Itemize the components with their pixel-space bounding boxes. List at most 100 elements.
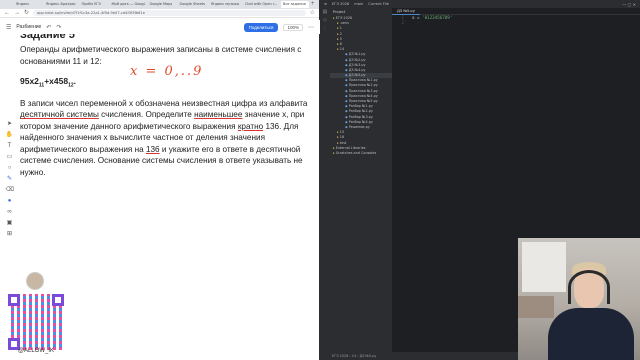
tree-item-label: ДЗ №1.py: [348, 52, 366, 57]
project-panel-title[interactable]: Project: [330, 8, 392, 16]
webcam-shelf: [518, 296, 554, 318]
stream-qr-panel: [0, 268, 72, 360]
ide-titlebar: ≡ EГЭ 2026 main Current File — ▢ ✕: [320, 0, 640, 8]
formula-part: 95x2: [20, 76, 39, 86]
shape-icon[interactable]: ○: [6, 164, 14, 172]
zoom-level[interactable]: 100%: [283, 23, 303, 31]
task-title: Задание 5: [20, 34, 75, 41]
link-icon[interactable]: ∞: [6, 208, 14, 216]
cursor-icon[interactable]: ➤: [6, 120, 14, 128]
browser-tab[interactable]: Яндекс музыка: [209, 1, 241, 8]
tree-item-label: Практика №1.py: [348, 78, 378, 83]
tree-item-label: ДЗ №2.py: [348, 57, 366, 62]
tree-item-label: Практика №5.py: [348, 99, 378, 103]
tree-item-label: ЕГЭ 2026: [335, 16, 353, 20]
tree-item-label: External Libraries: [335, 145, 366, 150]
forward-icon[interactable]: →: [14, 9, 20, 18]
share-button[interactable]: Поделиться: [243, 22, 279, 32]
project-name[interactable]: EГЭ 2026: [332, 2, 349, 6]
address-bar[interactable]: app.holst.so/invite/d7f1f1c3a-22a1-4f0d-…: [33, 10, 306, 16]
redo-icon[interactable]: ↷: [56, 24, 61, 31]
task-body: В записи чисел переменной x обозначена н…: [20, 98, 318, 179]
tree-item-label: 16: [339, 135, 345, 140]
window-controls-icon[interactable]: — ▢ ✕: [622, 2, 636, 7]
browser-tab[interactable]: Clod with Open r...: [243, 1, 279, 8]
browser-urlbar: ← → ↻ app.holst.so/invite/d7f1f1c3a-22a1…: [0, 9, 319, 18]
document-page: Задание 5 Операнды арифметического выраж…: [20, 34, 318, 178]
code-line[interactable]: 2: [392, 20, 640, 25]
more-icon[interactable]: ⋯: [308, 24, 314, 31]
browser-tabbar: Яндекс Яндекс.Бразуер Пробн ЕГЭ Мой диск — …: [0, 0, 319, 9]
image-icon[interactable]: ▣: [6, 219, 14, 227]
color-icon[interactable]: ●: [6, 197, 14, 205]
tree-item-label: Практика №2.py: [348, 83, 378, 88]
run-config[interactable]: Current File: [368, 2, 389, 6]
browser-tab[interactable]: Мой диск — Googl...: [110, 1, 146, 8]
formula-part: .: [73, 76, 77, 86]
tree-item-label: 1: [339, 26, 342, 31]
undo-icon[interactable]: ↶: [46, 24, 51, 31]
grid-icon[interactable]: ⊞: [6, 230, 14, 238]
menu-icon[interactable]: ☰: [6, 24, 11, 31]
tree-item-label: 15: [339, 130, 345, 135]
text: счисления. Определите: [98, 110, 195, 120]
code-token: a =: [412, 15, 423, 20]
browser-tab[interactable]: Все задания: [280, 1, 309, 8]
browser-tab[interactable]: Яндекс.Бразуер: [44, 1, 78, 8]
folder-icon[interactable]: ▤: [320, 8, 330, 16]
tree-item-label: Разбор №3.py: [348, 114, 373, 119]
browser-window: Яндекс Яндекс.Бразуер Пробн ЕГЭ Мой диск — …: [0, 0, 320, 360]
tree-item-label: Scratches and Consoles: [335, 150, 377, 155]
code-area[interactable]: 1a = '0123456789' 2: [392, 15, 640, 25]
document-title[interactable]: Разбиение: [16, 24, 41, 30]
qr-finder: [52, 294, 64, 306]
tree-item-label: 2: [339, 31, 342, 36]
structure-icon[interactable]: ⋮: [320, 24, 330, 32]
underlined-text: десятичной системы: [20, 110, 99, 120]
browser-tab[interactable]: Яндекс: [14, 1, 42, 8]
browser-tab[interactable]: Google Maps: [148, 1, 176, 8]
tree-item-label: Решение.py: [348, 124, 370, 129]
tree-item-label: 5: [339, 36, 342, 41]
tree-item-label: Разбор №4.py: [348, 119, 373, 124]
sticky-icon[interactable]: ▭: [6, 153, 14, 161]
commit-icon[interactable]: ◇: [320, 16, 330, 24]
star-icon[interactable]: ☆: [310, 9, 315, 18]
tree-item-label: Разбор №2.py: [348, 109, 373, 114]
tree-folder[interactable]: ▸ Scratches and Consoles: [330, 151, 392, 156]
handwritten-annotation: x = 0,..9: [130, 64, 204, 79]
formula-part: +x458: [44, 76, 69, 86]
webcam-overlay: [518, 238, 640, 360]
ide-menu-icon[interactable]: ≡: [324, 2, 327, 6]
back-icon[interactable]: ←: [4, 9, 10, 18]
qr-code-image: [8, 294, 64, 350]
avatar: [26, 272, 44, 290]
browser-tab[interactable]: Google Sheets: [178, 1, 207, 8]
reload-icon[interactable]: ↻: [24, 9, 29, 18]
activity-bar: ▤ ◇ ⋮: [320, 8, 330, 360]
status-breadcrumb[interactable]: ЕГЭ 2026 › 14 › ДЗ №5.py: [332, 354, 376, 358]
tree-item-label: test: [339, 140, 347, 145]
eraser-icon[interactable]: ⌫: [6, 186, 14, 194]
line-number: 2: [401, 20, 404, 25]
browser-tab[interactable]: Пробн ЕГЭ: [80, 1, 108, 8]
drawing-toolbar: ➤ ✋ T ▭ ○ ✎ ⌫ ● ∞ ▣ ⊞: [4, 120, 15, 238]
tree-item-label: .venv: [339, 21, 350, 26]
tree-item-label: ДЗ №4.py: [348, 67, 366, 72]
project-tree: ▸ ЕГЭ 2026 ▸ .venv ▸ 1 ▸ 2 ▸ 5 ▸ 6 ▸ 14 ◆ ДЗ №1…: [330, 16, 392, 156]
new-tab-button[interactable]: +: [311, 1, 315, 8]
document-toolbar: ☰ Разбиение ↶ ↷ Поделиться 100% ⋯: [0, 20, 320, 34]
headphones-icon: [568, 270, 610, 304]
editor-tab-active[interactable]: ДЗ №5.py: [392, 8, 420, 15]
text-icon[interactable]: T: [6, 142, 14, 150]
project-panel: Project ▸ ЕГЭ 2026 ▸ .venv ▸ 1 ▸ 2 ▸ 5 ▸ 6 ▸ 1…: [330, 8, 392, 360]
webcam-person-body: [548, 308, 634, 360]
hand-icon[interactable]: ✋: [6, 131, 14, 139]
underlined-text: 136: [145, 144, 160, 154]
tree-item-label: 6: [339, 41, 342, 46]
qr-finder: [8, 294, 20, 306]
tree-item-label: ДЗ №3.py: [348, 62, 366, 67]
tree-item-label: Практика №4.py: [348, 93, 378, 98]
branch-name[interactable]: main: [354, 2, 363, 6]
pen-icon[interactable]: ✎: [6, 175, 14, 183]
